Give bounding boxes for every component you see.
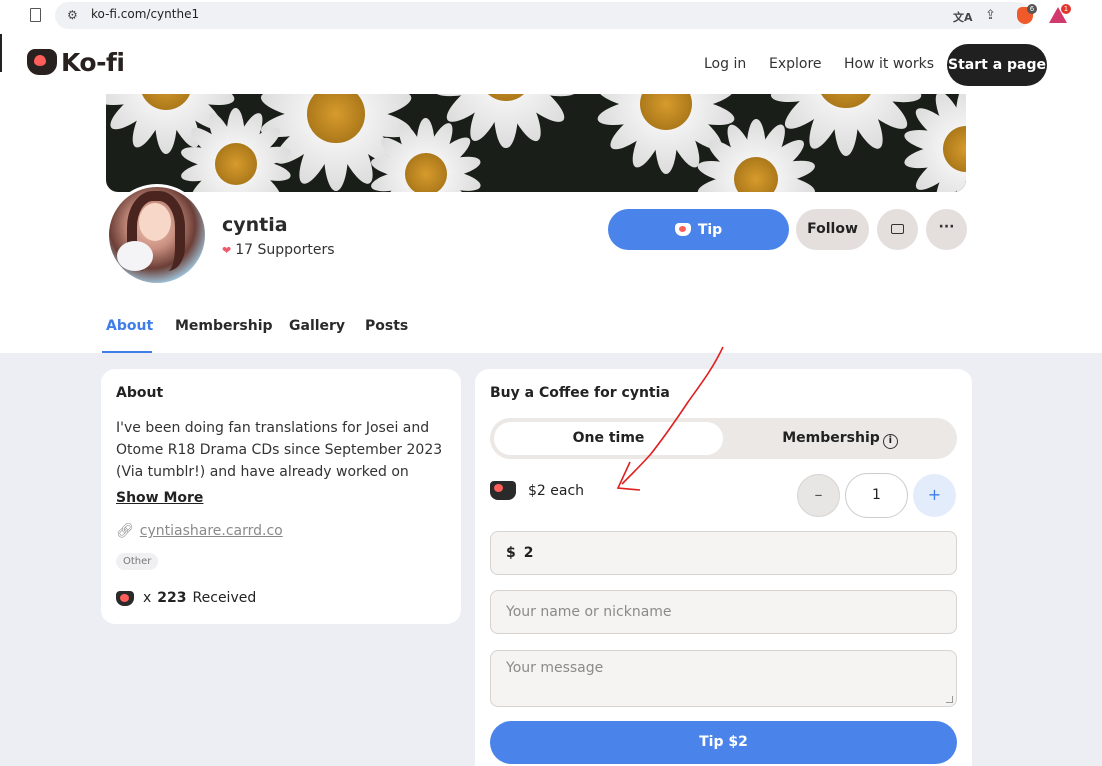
- quantity-increment-button[interactable]: +: [913, 474, 956, 517]
- about-card: About I've been doing fan translations f…: [101, 369, 461, 624]
- more-options-button[interactable]: ···: [926, 209, 967, 250]
- follow-button[interactable]: Follow: [796, 209, 869, 250]
- name-input[interactable]: Your name or nickname: [490, 590, 957, 634]
- about-text: I've been doing fan translations for Jos…: [116, 420, 443, 480]
- tip-button[interactable]: Tip: [608, 209, 789, 250]
- link-icon: 🔗︎: [116, 523, 134, 539]
- window-edge: [0, 34, 2, 72]
- amount-value: 2: [523, 545, 534, 561]
- translate-icon[interactable]: 文A: [953, 9, 973, 25]
- heart-icon: ❤: [222, 244, 232, 257]
- avatar-face: [139, 203, 171, 241]
- supporters-text: 17 Supporters: [235, 242, 335, 258]
- quantity-decrement-button[interactable]: –: [797, 474, 840, 517]
- kofi-cup-icon: [27, 49, 57, 75]
- received-count: 223: [157, 590, 187, 606]
- nav-explore[interactable]: Explore: [769, 56, 822, 72]
- received-suffix: Received: [192, 590, 257, 606]
- creator-name: cyntia: [222, 214, 288, 236]
- info-icon[interactable]: i: [882, 434, 898, 449]
- bookmark-icon[interactable]: [30, 8, 41, 22]
- received-prefix: x: [143, 590, 152, 606]
- tab-membership[interactable]: Membership: [175, 318, 273, 334]
- browser-toolbar: ⚙ ko-fi.com/cynthe1 文A ⇪ 6 1: [0, 0, 1102, 34]
- tip-button-label: Tip: [697, 221, 723, 238]
- start-a-page-button[interactable]: Start a page: [947, 44, 1047, 86]
- one-time-option[interactable]: One time: [494, 422, 723, 455]
- quantity-input[interactable]: 1: [845, 473, 908, 518]
- daisy-center: [215, 143, 257, 185]
- share-icon[interactable]: ⇪: [985, 8, 996, 23]
- resize-handle[interactable]: [946, 696, 953, 703]
- about-title: About: [116, 385, 164, 401]
- supporters-count: ❤ 17 Supporters: [222, 242, 335, 258]
- tab-gallery[interactable]: Gallery: [289, 318, 345, 334]
- tab-about[interactable]: About: [106, 318, 153, 334]
- price-text: $2 each: [528, 482, 585, 499]
- avatar-cat: [117, 241, 153, 271]
- brave-badge: 6: [1027, 4, 1037, 14]
- membership-option-label: Membership: [782, 430, 880, 446]
- membership-option[interactable]: Membership i: [727, 422, 953, 455]
- brave-shield-icon[interactable]: 6: [1017, 4, 1037, 24]
- category-tag: Other: [116, 553, 159, 570]
- tip-submit-button[interactable]: Tip $2: [490, 721, 957, 764]
- coffees-received: x 223 Received: [116, 590, 256, 606]
- avatar-image: [109, 187, 205, 283]
- kofi-cup-icon: [674, 223, 691, 236]
- daisy-center: [405, 153, 447, 192]
- message-button[interactable]: [877, 209, 918, 250]
- buy-coffee-card: Buy a Coffee for cyntia One time Members…: [475, 369, 972, 766]
- rewards-badge: 1: [1061, 4, 1071, 14]
- currency-symbol: $: [506, 545, 516, 561]
- payment-type-toggle: One time Membership i: [490, 418, 957, 459]
- nav-login[interactable]: Log in: [704, 56, 746, 72]
- tab-posts[interactable]: Posts: [365, 318, 408, 334]
- avatar: [106, 184, 208, 286]
- message-textarea[interactable]: Your message: [490, 650, 957, 707]
- cover-banner: [106, 94, 966, 192]
- show-more-link[interactable]: Show More: [116, 490, 203, 506]
- mail-icon: [891, 224, 904, 234]
- amount-input[interactable]: $2: [490, 531, 957, 575]
- buy-coffee-title: Buy a Coffee for cyntia: [490, 385, 670, 401]
- external-link-text[interactable]: cyntiashare.carrd.co: [140, 523, 283, 539]
- kofi-logo[interactable]: Ko-fi: [27, 46, 125, 78]
- price-per-coffee: $2 each: [490, 481, 584, 500]
- kofi-cup-icon: [116, 590, 134, 606]
- site-settings-icon[interactable]: ⚙: [67, 8, 78, 22]
- external-link[interactable]: 🔗︎ cyntiashare.carrd.co: [116, 523, 283, 539]
- kofi-cup-icon: [490, 481, 516, 500]
- logo-text: Ko-fi: [61, 47, 125, 77]
- url-text[interactable]: ko-fi.com/cynthe1: [91, 7, 199, 21]
- address-bar[interactable]: ⚙ ko-fi.com/cynthe1 文A ⇪ 6 1: [55, 2, 1071, 29]
- nav-how-it-works[interactable]: How it works: [844, 56, 934, 72]
- message-placeholder: Your message: [506, 660, 604, 676]
